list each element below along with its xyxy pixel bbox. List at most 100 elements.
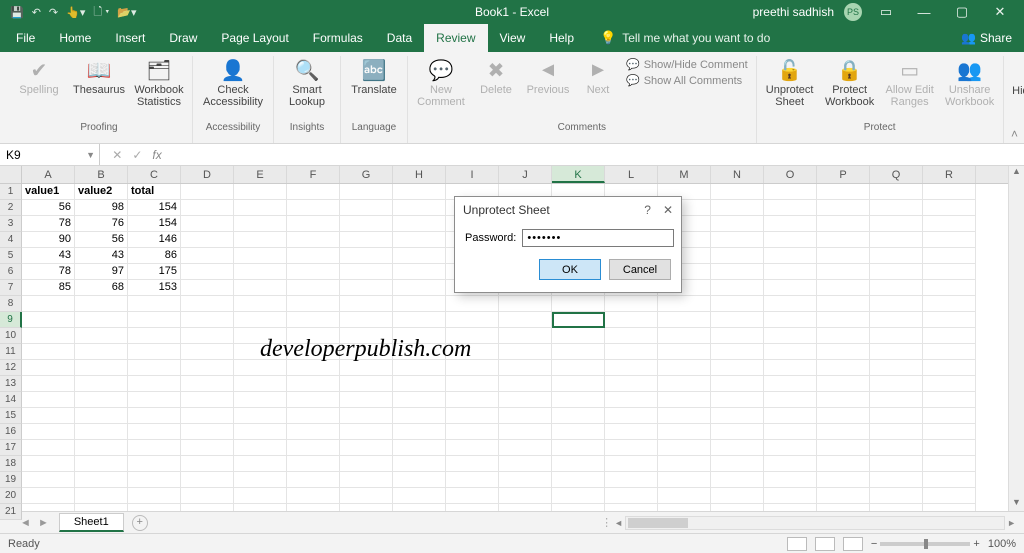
cell[interactable] <box>393 296 446 312</box>
cell[interactable] <box>605 328 658 344</box>
undo-icon[interactable]: ↶ <box>32 6 41 19</box>
cell[interactable] <box>923 344 976 360</box>
row-head-15[interactable]: 15 <box>0 408 22 424</box>
tab-draw[interactable]: Draw <box>157 24 209 52</box>
cell[interactable]: 68 <box>75 280 128 296</box>
cell[interactable] <box>923 408 976 424</box>
cell[interactable] <box>552 408 605 424</box>
cell[interactable] <box>870 248 923 264</box>
row-head-2[interactable]: 2 <box>0 200 22 216</box>
protect-workbook-button[interactable]: 🔒Protect Workbook <box>825 56 875 108</box>
cell[interactable] <box>340 296 393 312</box>
cell[interactable] <box>552 312 605 328</box>
cell[interactable] <box>817 184 870 200</box>
cell[interactable] <box>658 424 711 440</box>
cell[interactable] <box>552 504 605 511</box>
cell[interactable] <box>817 296 870 312</box>
cell[interactable] <box>287 200 340 216</box>
cell[interactable] <box>446 440 499 456</box>
tab-formulas[interactable]: Formulas <box>301 24 375 52</box>
cell[interactable] <box>658 408 711 424</box>
cell[interactable] <box>605 456 658 472</box>
col-head-o[interactable]: O <box>764 166 817 183</box>
row-head-21[interactable]: 21 <box>0 504 22 520</box>
cell[interactable] <box>499 376 552 392</box>
cell[interactable] <box>393 376 446 392</box>
row-head-12[interactable]: 12 <box>0 360 22 376</box>
cell[interactable] <box>234 408 287 424</box>
cancel-button[interactable]: Cancel <box>609 259 671 280</box>
cell[interactable] <box>764 360 817 376</box>
cell[interactable] <box>552 472 605 488</box>
cell[interactable] <box>181 376 234 392</box>
cell[interactable] <box>181 360 234 376</box>
cell[interactable] <box>340 248 393 264</box>
cell[interactable] <box>923 440 976 456</box>
cell[interactable] <box>552 328 605 344</box>
cell[interactable] <box>393 408 446 424</box>
cell[interactable] <box>340 456 393 472</box>
cell[interactable] <box>287 216 340 232</box>
cell[interactable] <box>870 456 923 472</box>
cell[interactable]: 43 <box>75 248 128 264</box>
cell[interactable] <box>22 424 75 440</box>
cell[interactable] <box>764 456 817 472</box>
cell[interactable] <box>287 424 340 440</box>
cell[interactable] <box>181 440 234 456</box>
new-file-icon[interactable]: 🗋 ▾ <box>93 3 109 22</box>
cell[interactable] <box>181 216 234 232</box>
cell[interactable] <box>605 472 658 488</box>
ribbon-options-icon[interactable]: ▭ <box>872 4 900 20</box>
cell[interactable] <box>764 488 817 504</box>
cell[interactable] <box>870 472 923 488</box>
cell[interactable] <box>764 376 817 392</box>
row-head-6[interactable]: 6 <box>0 264 22 280</box>
cell[interactable] <box>234 424 287 440</box>
cell[interactable] <box>817 200 870 216</box>
col-head-k[interactable]: K <box>552 166 605 183</box>
cell[interactable] <box>181 424 234 440</box>
cell[interactable] <box>870 408 923 424</box>
cell[interactable] <box>234 184 287 200</box>
smart-lookup-button[interactable]: 🔍Smart Lookup <box>282 56 332 108</box>
cell[interactable] <box>923 328 976 344</box>
dialog-close-icon[interactable]: ✕ <box>663 203 673 217</box>
cell[interactable] <box>605 344 658 360</box>
col-head-l[interactable]: L <box>605 166 658 183</box>
cell[interactable] <box>711 232 764 248</box>
cell[interactable] <box>817 376 870 392</box>
col-head-f[interactable]: F <box>287 166 340 183</box>
cell[interactable] <box>764 408 817 424</box>
name-box[interactable]: K9 ▼ <box>0 144 100 165</box>
cell[interactable] <box>446 424 499 440</box>
cell[interactable] <box>446 376 499 392</box>
cell[interactable] <box>605 424 658 440</box>
cell[interactable] <box>22 440 75 456</box>
col-head-i[interactable]: I <box>446 166 499 183</box>
cancel-formula-icon[interactable]: ✕ <box>112 148 122 162</box>
cell[interactable] <box>393 424 446 440</box>
cell[interactable] <box>287 488 340 504</box>
cell[interactable] <box>181 456 234 472</box>
cell[interactable] <box>340 488 393 504</box>
cell[interactable] <box>499 296 552 312</box>
cell[interactable] <box>22 360 75 376</box>
cell[interactable] <box>75 392 128 408</box>
cell[interactable] <box>764 264 817 280</box>
cell[interactable] <box>181 344 234 360</box>
cell[interactable] <box>499 360 552 376</box>
row-head-5[interactable]: 5 <box>0 248 22 264</box>
cell[interactable] <box>711 280 764 296</box>
cell[interactable] <box>552 424 605 440</box>
cell[interactable] <box>75 440 128 456</box>
cell[interactable] <box>658 328 711 344</box>
cell[interactable] <box>181 184 234 200</box>
row-head-18[interactable]: 18 <box>0 456 22 472</box>
cell[interactable]: 154 <box>128 216 181 232</box>
cell[interactable]: 153 <box>128 280 181 296</box>
cell[interactable] <box>711 472 764 488</box>
cell[interactable]: 56 <box>75 232 128 248</box>
cell[interactable] <box>711 392 764 408</box>
cell[interactable]: value2 <box>75 184 128 200</box>
delete-comment-button[interactable]: ✖Delete <box>476 56 516 96</box>
